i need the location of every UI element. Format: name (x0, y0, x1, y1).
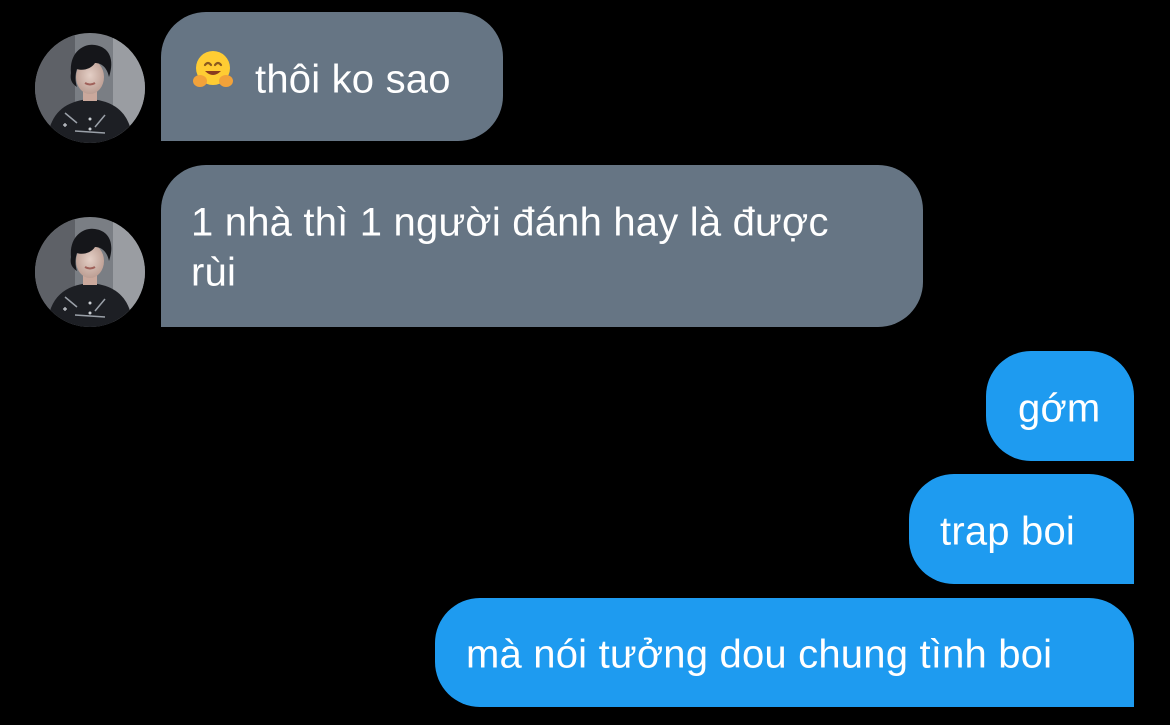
message-text: trap boi (940, 509, 1076, 554)
contact-avatar[interactable] (35, 33, 145, 143)
contact-avatar[interactable] (35, 217, 145, 327)
message-bubble-incoming[interactable]: thôi ko sao (161, 12, 503, 141)
message-bubble-outgoing[interactable]: gớm (986, 351, 1134, 461)
message-bubble-incoming[interactable]: 1 nhà thì 1 người đánh hay là được rùi (161, 165, 923, 327)
message-text: mà nói tưởng dou chung tình boi (466, 632, 1053, 677)
message-text: thôi ko sao (255, 57, 451, 102)
avatar-image (35, 217, 145, 327)
avatar-image (35, 33, 145, 143)
message-bubble-outgoing[interactable]: mà nói tưởng dou chung tình boi (435, 598, 1134, 707)
message-text: gớm (1018, 386, 1101, 431)
message-bubble-outgoing[interactable]: trap boi (909, 474, 1134, 584)
hugging-face-emoji-icon (191, 48, 235, 103)
message-text: 1 nhà thì 1 người đánh hay là được rùi (191, 200, 829, 295)
